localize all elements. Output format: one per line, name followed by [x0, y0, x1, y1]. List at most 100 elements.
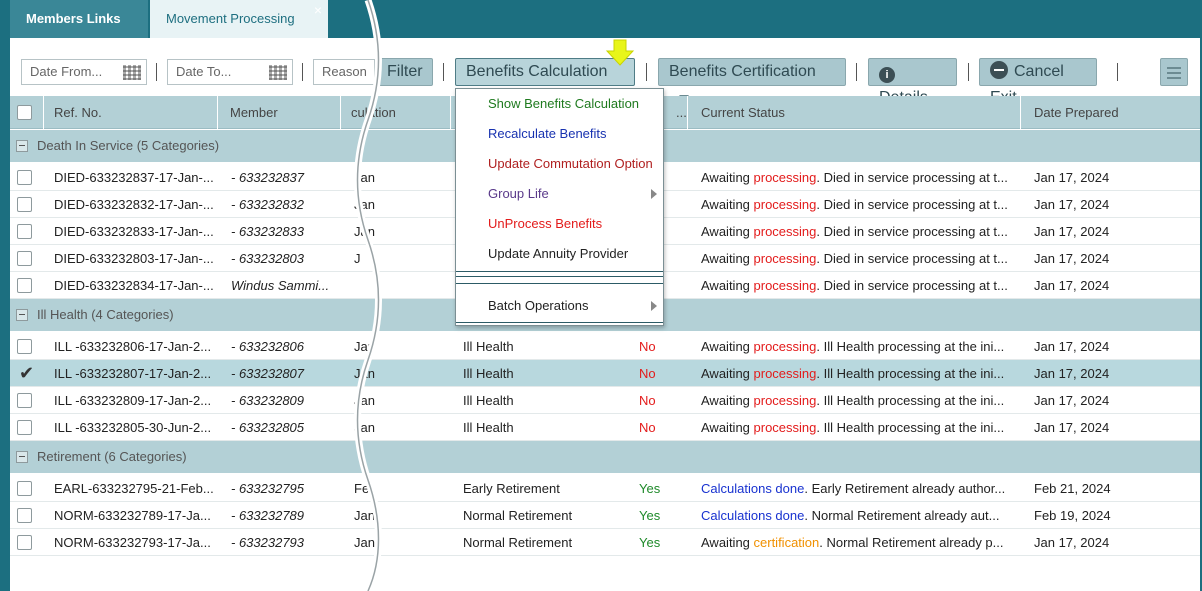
header-current-status[interactable]: Current Status	[688, 96, 1021, 129]
select-all-checkbox[interactable]	[17, 105, 32, 120]
status-highlight: Calculations done	[701, 508, 805, 523]
status-highlight: processing	[753, 224, 817, 239]
cell-current-status: Awaiting processing. Died in service pro…	[701, 191, 1013, 218]
row-checkbox[interactable]	[17, 535, 32, 550]
cell-ref-no: DIED-633232833-17-Jan-...	[54, 224, 214, 239]
benefits-certification-label: Benefits Certification	[669, 63, 816, 80]
toolbar-separator	[156, 63, 157, 81]
cancel-exit-button[interactable]: Cancel Exit	[979, 58, 1097, 106]
status-detail: . Normal Retirement already p...	[819, 535, 1004, 550]
cancel-icon	[990, 61, 1008, 79]
cell-current-status: Awaiting processing. Died in service pro…	[701, 272, 1013, 299]
cell-member: - 633232807	[231, 366, 305, 381]
cell-member: - 633232832	[231, 197, 305, 212]
row-checkbox[interactable]	[17, 339, 32, 354]
cell-current-status: Awaiting processing. Ill Health processi…	[701, 360, 1013, 387]
row-checkbox[interactable]	[17, 224, 32, 239]
status-detail: . Ill Health processing at the ini...	[816, 420, 1005, 435]
menu-item-batch-operations[interactable]: Batch Operations	[456, 291, 663, 321]
cell-ref-no: EARL-633232795-21-Feb...	[54, 481, 214, 496]
cell-date-prepared: Jan 17, 2024	[1034, 420, 1110, 435]
table-row[interactable]: ✔ ILL -633232807-17-Jan-2... - 633232807 Ja…	[10, 360, 1200, 387]
menu-item-label: Batch Operations	[488, 298, 589, 313]
toolbar-separator	[856, 63, 857, 81]
collapse-group-icon[interactable]	[16, 309, 28, 321]
menu-item-update-annuity-provider[interactable]: Update Annuity Provider	[456, 239, 663, 269]
cell-ref-no: DIED-633232834-17-Jan-...	[54, 278, 214, 293]
menu-item-label: UnProcess Benefits	[488, 216, 603, 231]
menu-item-unprocess-benefits[interactable]: UnProcess Benefits	[456, 209, 663, 239]
row-checkbox[interactable]	[17, 278, 32, 293]
cell-current-status: Awaiting processing. Ill Health processi…	[701, 387, 1013, 414]
status-prefix: Awaiting	[701, 393, 754, 408]
row-checkbox[interactable]	[17, 420, 32, 435]
status-prefix: Awaiting	[701, 251, 754, 266]
row-checkbox-checked[interactable]: ✔	[19, 363, 34, 384]
table-row[interactable]: NORM-633232793-17-Ja... - 633232793 Jan Nor…	[10, 529, 1200, 556]
benefits-certification-button[interactable]: Benefits Certification	[658, 58, 846, 101]
table-row[interactable]: ILL -633232806-17-Jan-2... - 633232806 Jan…	[10, 333, 1200, 360]
hamburger-menu-icon[interactable]	[1160, 58, 1188, 86]
tab-movement-processing[interactable]: Movement Processing	[150, 0, 328, 38]
row-checkbox[interactable]	[17, 508, 32, 523]
menu-item-show-benefits-calculation[interactable]: Show Benefits Calculation	[456, 89, 663, 119]
cell-ref-no: DIED-633232832-17-Jan-...	[54, 197, 214, 212]
chevron-right-icon	[651, 189, 657, 199]
table-row[interactable]: EARL-633232795-21-Feb... - 633232795 Fe Ear…	[10, 475, 1200, 502]
status-highlight: certification	[753, 535, 820, 550]
cell-member: - 633232789	[231, 508, 305, 523]
cell-reason: Normal Retirement	[463, 508, 573, 523]
screenshot-break-line	[354, 0, 382, 591]
row-checkbox[interactable]	[17, 170, 32, 185]
cell-member: - 633232809	[231, 393, 305, 408]
cell-date-prepared: Jan 17, 2024	[1034, 393, 1110, 408]
status-highlight: processing	[753, 366, 817, 381]
date-from-input[interactable]: Date From...	[21, 59, 147, 85]
date-to-input[interactable]: Date To...	[167, 59, 293, 85]
row-checkbox[interactable]	[17, 481, 32, 496]
row-checkbox[interactable]	[17, 251, 32, 266]
header-member[interactable]: Member	[218, 96, 341, 129]
tab-members-links[interactable]: Members Links	[10, 0, 148, 38]
collapse-group-icon[interactable]	[16, 451, 28, 463]
close-tab-icon[interactable]: ×	[312, 3, 324, 17]
cell-current-status: Awaiting processing. Died in service pro…	[701, 218, 1013, 245]
status-prefix: Awaiting	[701, 366, 754, 381]
cell-current-status: Calculations done. Early Retirement alre…	[701, 475, 1013, 502]
table-row[interactable]: ILL -633232809-17-Jan-2... - 633232809 Jan…	[10, 387, 1200, 414]
details-button[interactable]: iDetails	[868, 58, 957, 106]
cell-member: Windus Sammi...	[231, 278, 330, 293]
cell-member: - 633232803	[231, 251, 305, 266]
row-checkbox[interactable]	[17, 393, 32, 408]
table-row[interactable]: ILL -633232805-30-Jun-2... - 633232805 Jan…	[10, 414, 1200, 441]
status-highlight: processing	[753, 339, 817, 354]
collapse-group-icon[interactable]	[16, 140, 28, 152]
header-date-prepared[interactable]: Date Prepared	[1021, 96, 1200, 129]
calendar-icon[interactable]	[123, 65, 141, 80]
table-row[interactable]: NORM-633232789-17-Ja... - 633232789 Jan Nor…	[10, 502, 1200, 529]
cell-flag: Yes	[639, 535, 661, 550]
menu-item-recalculate-benefits[interactable]: Recalculate Benefits	[456, 119, 663, 149]
cell-date-prepared: Feb 21, 2024	[1034, 481, 1111, 496]
status-detail: . Died in service processing at t...	[816, 224, 1008, 239]
cell-flag: No	[639, 420, 656, 435]
group-label: Death In Service (5 Categories)	[37, 138, 220, 153]
menu-item-label: Recalculate Benefits	[488, 126, 607, 141]
menu-item-update-commutation-option[interactable]: Update Commutation Option	[456, 149, 663, 179]
cell-flag: No	[639, 366, 656, 381]
toolbar-separator	[443, 63, 444, 81]
menu-item-label: Show Benefits Calculation	[488, 96, 640, 111]
status-highlight: Calculations done	[701, 481, 805, 496]
calendar-icon[interactable]	[269, 65, 287, 80]
status-prefix: Awaiting	[701, 170, 754, 185]
status-prefix: Awaiting	[701, 339, 754, 354]
row-checkbox[interactable]	[17, 197, 32, 212]
group-header[interactable]: Retirement (6 Categories)	[10, 441, 1200, 473]
status-prefix: Awaiting	[701, 224, 754, 239]
status-detail: . Died in service processing at t...	[816, 251, 1008, 266]
cell-ref-no: DIED-633232837-17-Jan-...	[54, 170, 214, 185]
header-ref-no[interactable]: Ref. No.	[44, 96, 218, 129]
info-icon: i	[879, 67, 895, 83]
menu-item-group-life[interactable]: Group Life	[456, 179, 663, 209]
status-prefix: Awaiting	[701, 197, 754, 212]
